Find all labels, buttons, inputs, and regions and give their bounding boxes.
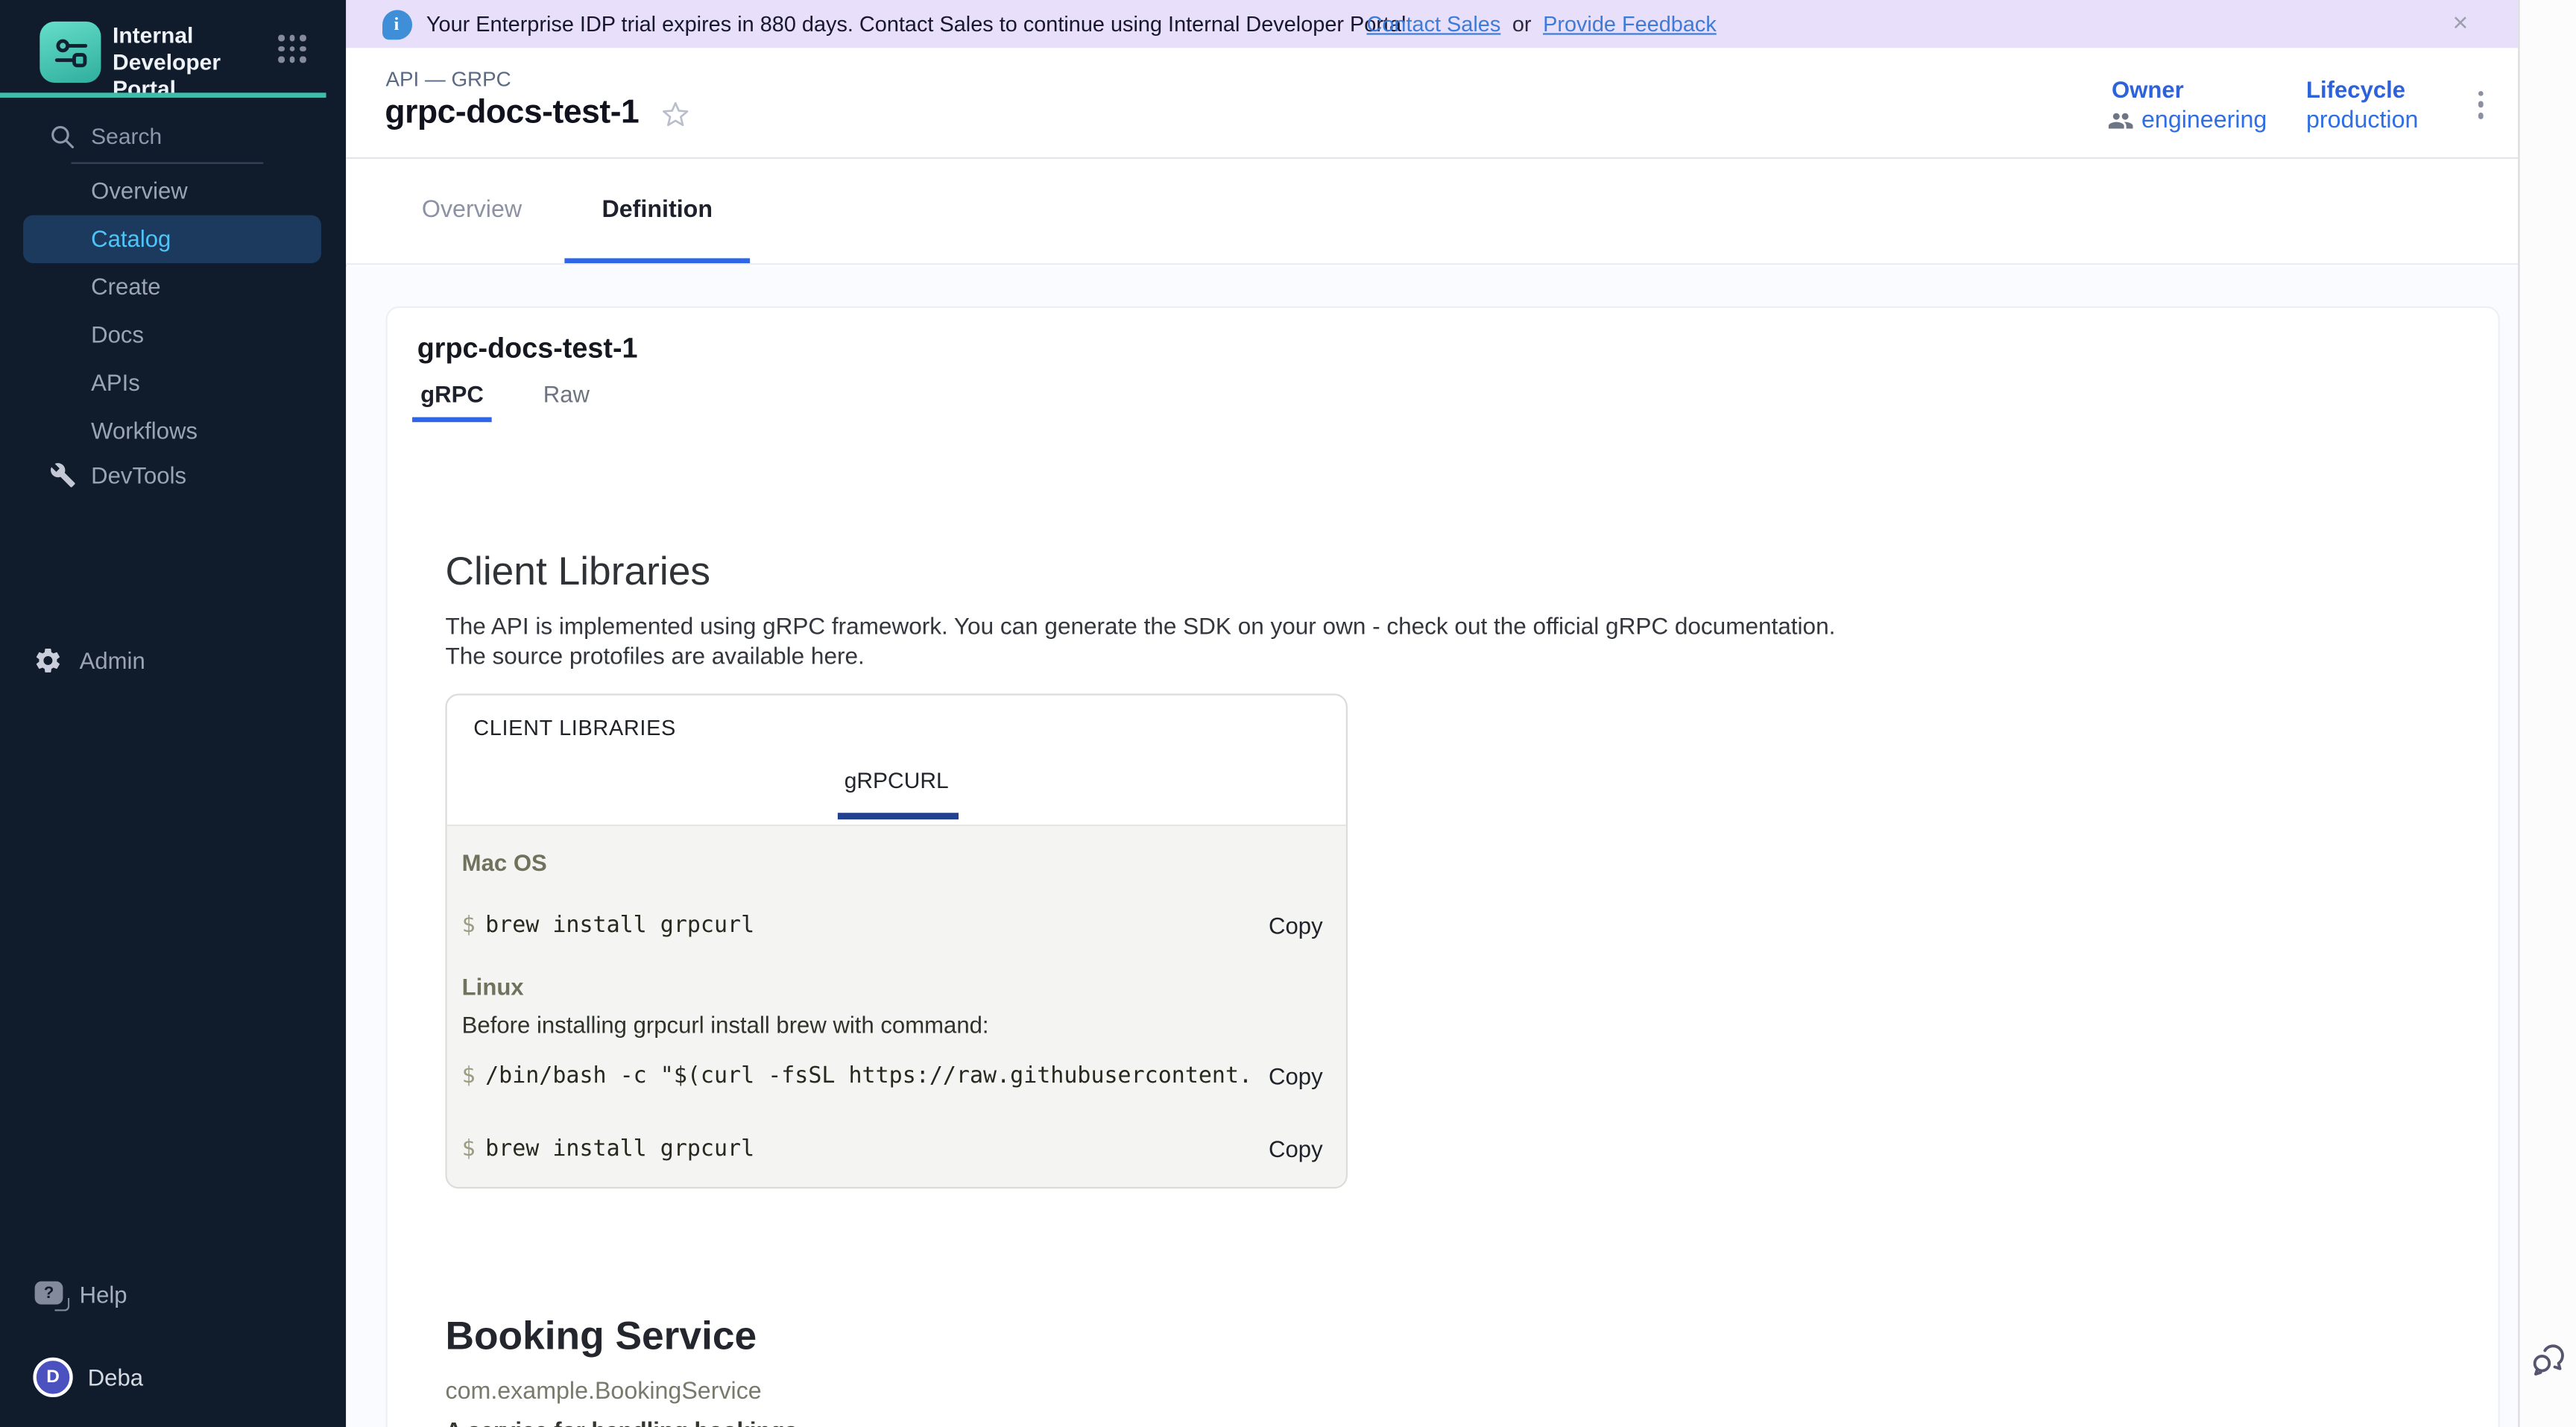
sidebar-item-devtools[interactable]: DevTools xyxy=(23,452,321,500)
code-row-mac: $ brew install grpcurl Copy xyxy=(462,910,1323,942)
star-favorite-icon[interactable] xyxy=(660,99,690,129)
description-line-1: The API is implemented using gRPC framew… xyxy=(445,613,1835,643)
sidebar-search[interactable]: Search xyxy=(0,122,344,152)
lifecycle-value: production xyxy=(2306,108,2418,135)
sidebar-item-label: Overview xyxy=(23,166,321,214)
support-chat-icon[interactable] xyxy=(2529,1341,2567,1387)
user-name: Deba xyxy=(88,1351,143,1404)
sidebar-item-label: Catalog xyxy=(23,215,321,262)
sidebar-item-label: Workflows xyxy=(23,406,321,454)
tab-grpc[interactable]: gRPC xyxy=(412,381,492,423)
brand-divider xyxy=(0,92,326,98)
owner-value[interactable]: engineering xyxy=(2106,108,2267,135)
sidebar-item-label: Help xyxy=(80,1271,127,1319)
shell-prompt: $ xyxy=(462,1063,476,1090)
sidebar-item-admin[interactable]: Admin xyxy=(20,637,318,685)
gear-icon xyxy=(33,646,63,675)
search-icon xyxy=(48,122,76,151)
provide-feedback-link[interactable]: Provide Feedback xyxy=(1543,12,1717,37)
sidebar-nav: Overview Catalog Create Docs APIs xyxy=(23,166,321,454)
code-command: brew install grpcurl xyxy=(485,1136,1252,1163)
contact-sales-link[interactable]: Contact Sales xyxy=(1367,12,1501,37)
linux-note: Before installing grpcurl install brew w… xyxy=(462,1012,989,1039)
macos-label: Mac OS xyxy=(462,850,547,877)
content-area: grpc-docs-test-1 gRPC Raw Client Librari… xyxy=(345,266,2518,1427)
sidebar-item-overview[interactable]: Overview xyxy=(23,166,321,214)
shell-prompt: $ xyxy=(462,913,476,939)
search-label: Search xyxy=(91,122,162,152)
owner-label: Owner xyxy=(2112,77,2184,104)
close-icon[interactable]: × xyxy=(2452,0,2468,48)
page-title: grpc-docs-test-1 xyxy=(385,95,639,133)
client-libraries-description: The API is implemented using gRPC framew… xyxy=(445,613,1835,672)
sidebar-item-create[interactable]: Create xyxy=(23,262,321,310)
tab-overview[interactable]: Overview xyxy=(379,158,565,262)
lifecycle-label: Lifecycle xyxy=(2306,77,2405,104)
sidebar-item-workflows[interactable]: Workflows xyxy=(23,406,321,454)
sidebar-item-help[interactable]: ? Help xyxy=(20,1271,318,1319)
info-icon: i xyxy=(382,9,411,39)
sidebar-item-label: Create xyxy=(23,262,321,310)
help-chat-icon: ? xyxy=(35,1282,63,1305)
booking-service-heading: Booking Service xyxy=(445,1315,757,1361)
sidebar-user[interactable]: D Deba xyxy=(20,1351,318,1404)
booking-service-clipped-line: A service for handling bookings xyxy=(445,1417,797,1427)
sidebar-item-label: DevTools xyxy=(91,452,186,500)
wrench-icon xyxy=(50,462,77,488)
grpcurl-tab-underline xyxy=(838,813,959,819)
client-libraries-heading: Client Libraries xyxy=(445,550,710,596)
sidebar-item-apis[interactable]: APIs xyxy=(23,359,321,406)
search-divider xyxy=(72,163,264,164)
client-libraries-card: CLIENT LIBRARIES gRPCURL Mac OS $ brew i… xyxy=(445,694,1347,1189)
format-tabs: gRPC Raw xyxy=(412,381,598,423)
description-line-2: The source protofiles are available here… xyxy=(445,643,1835,672)
banner-or-text: or xyxy=(1512,12,1532,37)
definition-card: grpc-docs-test-1 gRPC Raw Client Librari… xyxy=(386,306,2500,1427)
right-gutter xyxy=(2518,0,2576,1427)
banner-message: Your Enterprise IDP trial expires in 880… xyxy=(426,12,1407,37)
client-card-title: CLIENT LIBRARIES xyxy=(473,716,676,740)
tab-definition[interactable]: Definition xyxy=(564,158,750,262)
client-card-body: Mac OS $ brew install grpcurl Copy Linux… xyxy=(447,825,1346,1187)
code-row-linux-brew: $ /bin/bash -c "$(curl -fsSL https://raw… xyxy=(462,1060,1323,1093)
trial-banner: i Your Enterprise IDP trial expires in 8… xyxy=(345,0,2518,48)
copy-button[interactable]: Copy xyxy=(1269,1063,1323,1090)
page-tabs: Overview Definition xyxy=(345,158,2518,265)
app-window: Internal Developer Portal Search Overvie… xyxy=(0,0,2576,1427)
lifecycle-value-text: production xyxy=(2306,108,2418,135)
shell-prompt: $ xyxy=(462,1136,476,1163)
copy-button[interactable]: Copy xyxy=(1269,913,1323,939)
tab-grpcurl[interactable]: gRPCURL xyxy=(447,769,1346,793)
breadcrumb: API — GRPC xyxy=(386,68,511,91)
code-command: brew install grpcurl xyxy=(485,913,1252,939)
linux-label: Linux xyxy=(462,974,524,1001)
code-row-linux-grpcurl: $ brew install grpcurl Copy xyxy=(462,1133,1323,1165)
sidebar: Internal Developer Portal Search Overvie… xyxy=(0,0,345,1427)
sidebar-item-label: Docs xyxy=(23,310,321,358)
booking-service-fqn: com.example.BookingService xyxy=(445,1379,761,1406)
tab-raw[interactable]: Raw xyxy=(535,381,598,423)
brand-title: Internal Developer Portal xyxy=(113,23,285,102)
sidebar-item-label: Admin xyxy=(80,637,145,685)
page-header: API — GRPC grpc-docs-test-1 Owner engine… xyxy=(345,48,2518,158)
owner-value-text: engineering xyxy=(2141,108,2267,135)
sidebar-item-catalog[interactable]: Catalog xyxy=(23,215,321,262)
definition-entity-title: grpc-docs-test-1 xyxy=(417,333,638,366)
app-grid-icon[interactable] xyxy=(278,35,306,63)
brand-logo-icon xyxy=(40,22,101,83)
copy-button[interactable]: Copy xyxy=(1269,1136,1323,1163)
code-command: /bin/bash -c "$(curl -fsSL https://raw.g… xyxy=(485,1063,1252,1090)
sidebar-item-docs[interactable]: Docs xyxy=(23,310,321,358)
people-icon xyxy=(2106,108,2133,135)
kebab-menu-icon[interactable] xyxy=(2464,83,2497,126)
user-avatar: D xyxy=(33,1358,72,1397)
sidebar-item-label: APIs xyxy=(23,359,321,406)
banner-links: Contact Sales or Provide Feedback xyxy=(1367,0,1717,48)
